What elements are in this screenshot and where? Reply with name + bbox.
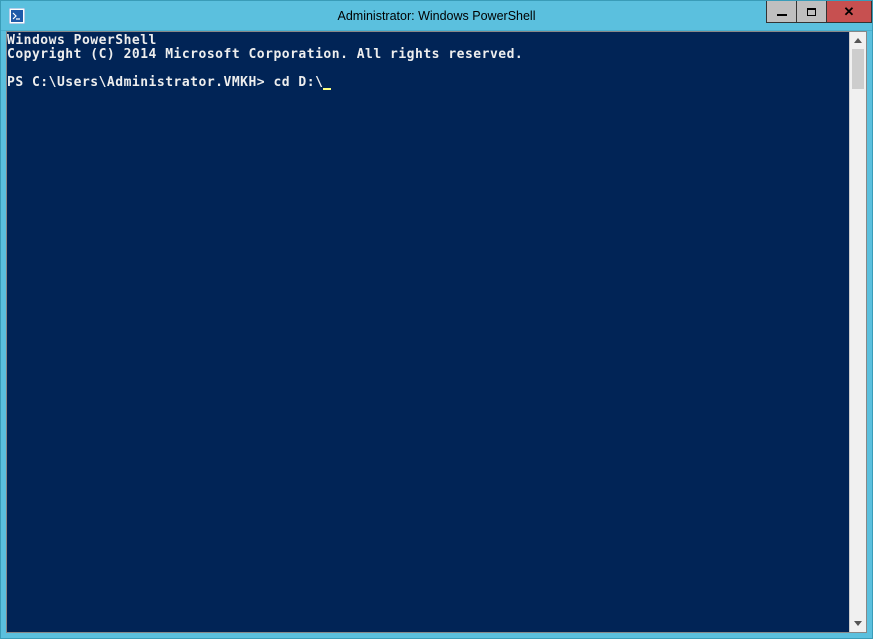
scrollbar-track[interactable] <box>850 49 866 615</box>
console-blank <box>7 62 849 76</box>
console-prompt-line: PS C:\Users\Administrator.VMKH> cd D:\ <box>7 76 849 90</box>
command-text: cd D:\ <box>273 75 323 90</box>
console-output[interactable]: Windows PowerShellCopyright (C) 2014 Mic… <box>7 32 849 632</box>
scroll-down-button[interactable] <box>850 615 866 632</box>
minimize-button[interactable] <box>766 1 796 23</box>
powershell-icon <box>7 6 27 26</box>
close-button[interactable]: ✕ <box>826 1 872 23</box>
chevron-down-icon <box>854 621 862 626</box>
console-wrap: Windows PowerShellCopyright (C) 2014 Mic… <box>6 31 867 633</box>
console-line: Copyright (C) 2014 Microsoft Corporation… <box>7 48 849 62</box>
window-title: Administrator: Windows PowerShell <box>338 9 536 23</box>
maximize-icon <box>807 8 816 16</box>
cursor <box>323 78 331 90</box>
minimize-icon <box>777 14 787 16</box>
close-icon: ✕ <box>844 4 855 20</box>
scroll-up-button[interactable] <box>850 32 866 49</box>
window-controls: ✕ <box>766 1 872 23</box>
window-client-area: Windows PowerShellCopyright (C) 2014 Mic… <box>1 31 872 638</box>
titlebar[interactable]: Administrator: Windows PowerShell ✕ <box>1 1 872 31</box>
prompt-text: PS C:\Users\Administrator.VMKH> <box>7 75 273 90</box>
maximize-button[interactable] <box>796 1 826 23</box>
console-line: Windows PowerShell <box>7 34 849 48</box>
scrollbar-thumb[interactable] <box>852 49 864 89</box>
chevron-up-icon <box>854 38 862 43</box>
vertical-scrollbar[interactable] <box>849 32 866 632</box>
powershell-window: Administrator: Windows PowerShell ✕ Wind… <box>0 0 873 639</box>
